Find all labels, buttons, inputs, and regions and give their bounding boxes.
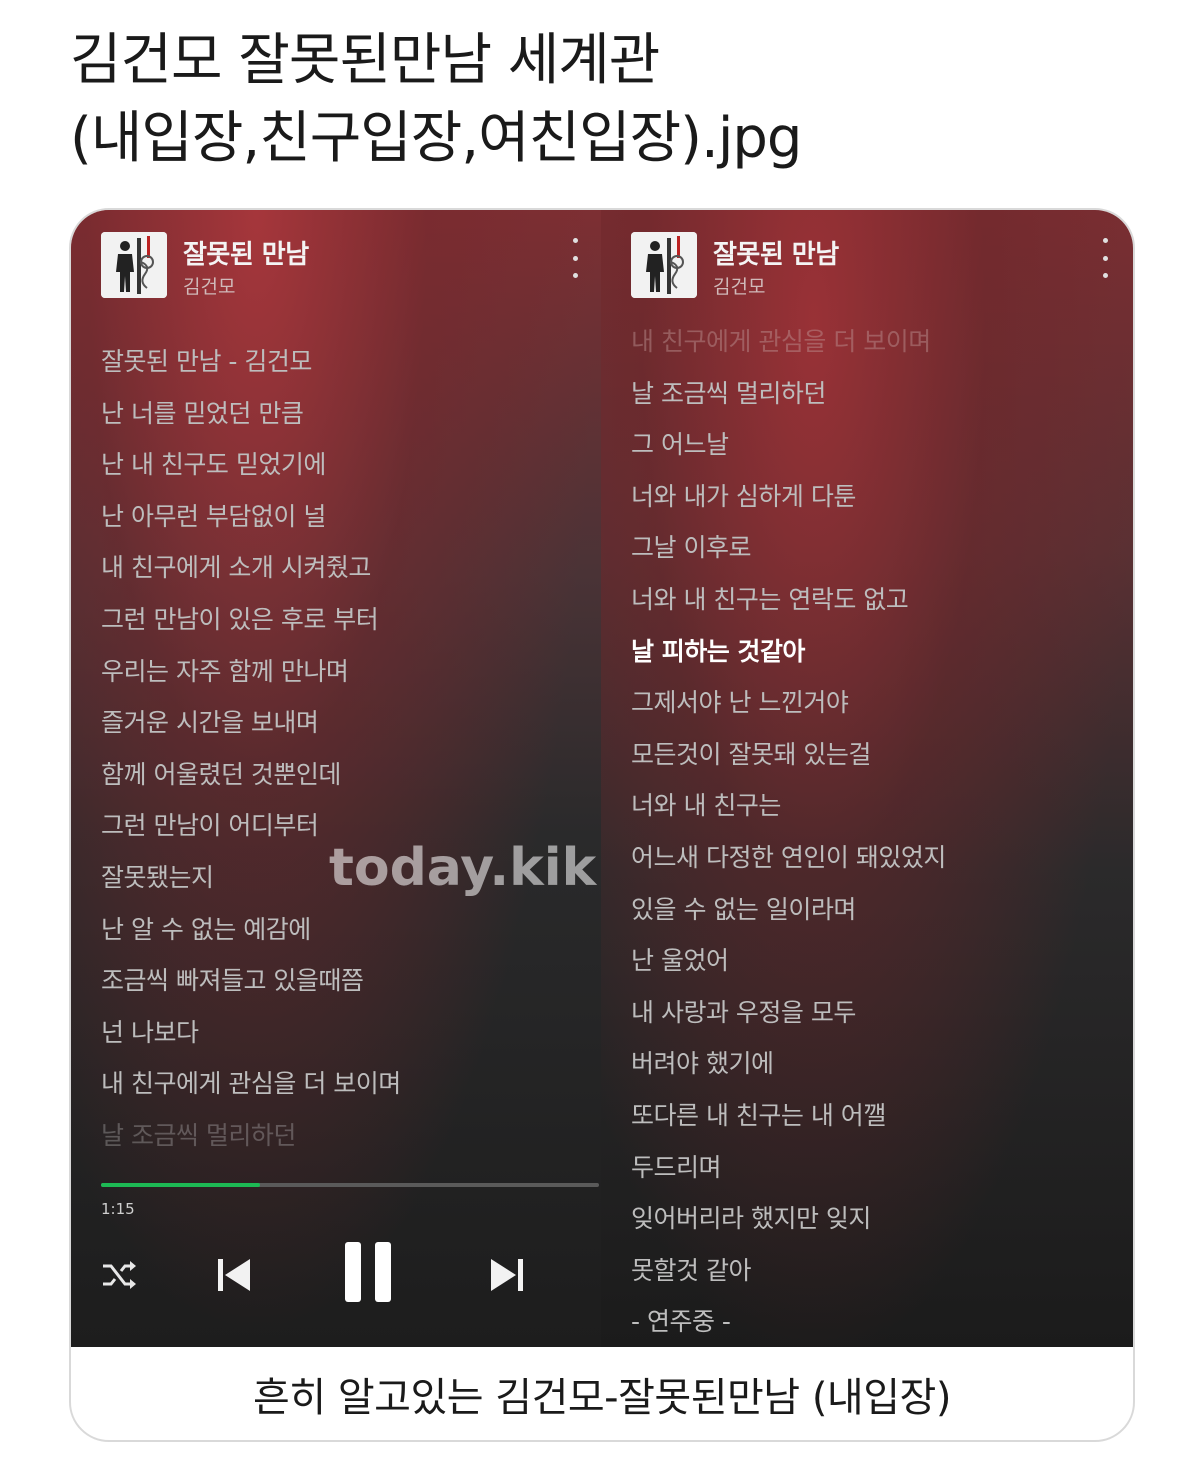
post-title-line-2: (내입장,친구입장,여친입장).jpg	[70, 106, 802, 171]
song-title: 잘못된 만남	[713, 240, 839, 270]
caption: 흔히 알고있는 김건모-잘못된만남 (내입장)	[253, 1374, 951, 1421]
progress-fill	[101, 1183, 261, 1187]
post-title-line-1: 김건모 잘못된만남 세계관	[70, 28, 660, 93]
lyric-line[interactable]: 난 아무런 부담없이 널	[101, 491, 401, 543]
now-playing-header: 잘못된 만남 김건모	[631, 232, 1111, 302]
album-art[interactable]	[101, 232, 167, 298]
lyric-line[interactable]: 내 친구에게 관심을 더 보이며	[101, 1058, 401, 1110]
pause-button[interactable]	[343, 1240, 395, 1304]
album-art[interactable]	[631, 232, 697, 298]
lyric-line[interactable]: 어느새 다정한 연인이 돼있었지	[631, 832, 946, 884]
lyric-line-active[interactable]: 날 피하는 것같아	[631, 626, 946, 678]
lyric-line[interactable]: 못할것 같아	[631, 1245, 946, 1297]
lyric-line[interactable]: 난 너를 믿었던 만큼	[101, 388, 401, 440]
lyric-line[interactable]: 있을 수 없는 일이라며	[631, 884, 946, 936]
lyric-line[interactable]: 난 울었어	[631, 935, 946, 987]
lyric-line[interactable]: 그날 이후로	[631, 522, 946, 574]
lyric-line[interactable]: 모든것이 잘못돼 있는걸	[631, 729, 946, 781]
next-button[interactable]	[489, 1256, 525, 1294]
progress-bar[interactable]	[101, 1183, 599, 1187]
lyric-line[interactable]: 함께 어울렸던 것뿐인데	[101, 749, 401, 801]
lyric-line[interactable]: 넌 나보다	[101, 1007, 401, 1059]
previous-button[interactable]	[216, 1256, 252, 1294]
elapsed-time: 1:15	[101, 1200, 135, 1218]
screenshot-card: 잘못된 만남 김건모 잘못된 만남 - 김건모 난 너를 믿었던 만큼 난 내 …	[69, 208, 1135, 1442]
lyric-line[interactable]: 날 조금씩 멀리하던	[631, 368, 946, 420]
lyric-line[interactable]: 너와 내 친구는	[631, 780, 946, 832]
more-vertical-icon	[1102, 238, 1108, 243]
shuffle-button[interactable]	[101, 1258, 139, 1292]
pause-icon	[345, 1242, 391, 1302]
lyrics-panel-right: 잘못된 만남 김건모 내 친구에게 관심을 더 보이며 날 조금씩 멀리하던 그…	[601, 210, 1133, 1347]
watermark: today.kik	[329, 838, 597, 898]
more-options-button[interactable]	[565, 238, 585, 278]
lyric-line[interactable]: 그런 만남이 있은 후로 부터	[101, 594, 401, 646]
lyric-line[interactable]: 잊어버리라 했지만 잊지	[631, 1193, 946, 1245]
song-title: 잘못된 만남	[183, 240, 309, 270]
lyric-line[interactable]: 날 조금씩 멀리하던	[101, 1110, 401, 1162]
lyric-line[interactable]: 두드리며	[631, 1142, 946, 1194]
song-artist[interactable]: 김건모	[183, 272, 235, 299]
lyric-line[interactable]: 그 어느날	[631, 419, 946, 471]
lyrics-list: 내 친구에게 관심을 더 보이며 날 조금씩 멀리하던 그 어느날 너와 내가 …	[631, 316, 946, 1347]
more-vertical-icon	[572, 238, 578, 243]
post-title: 김건모 잘못된만남 세계관 (내입장,친구입장,여친입장).jpg	[70, 22, 1130, 178]
more-options-button[interactable]	[1095, 238, 1115, 278]
song-artist[interactable]: 김건모	[713, 272, 765, 299]
skip-next-icon	[491, 1259, 523, 1291]
skip-previous-icon	[218, 1259, 250, 1291]
lyric-line[interactable]: 조금씩 빠져들고 있을때쯤	[101, 955, 401, 1007]
playback-controls	[71, 1230, 601, 1320]
now-playing-header: 잘못된 만남 김건모	[101, 232, 581, 302]
lyric-line[interactable]: 내 사랑과 우정을 모두	[631, 987, 946, 1039]
lyric-line[interactable]: 그제서야 난 느낀거야	[631, 677, 946, 729]
lyrics-list: 잘못된 만남 - 김건모 난 너를 믿었던 만큼 난 내 친구도 믿었기에 난 …	[101, 336, 401, 1162]
lyric-line[interactable]: 내 친구에게 관심을 더 보이며	[631, 316, 946, 368]
lyric-line[interactable]: 너와 내가 심하게 다툰	[631, 471, 946, 523]
shuffle-icon	[103, 1261, 136, 1289]
lyric-line[interactable]: - 연주중 -	[631, 1296, 946, 1347]
lyric-line[interactable]: 난 내 친구도 믿었기에	[101, 439, 401, 491]
lyric-line[interactable]: 잘못된 만남 - 김건모	[101, 336, 401, 388]
lyric-line[interactable]: 즐거운 시간을 보내며	[101, 697, 401, 749]
lyric-line[interactable]: 또다른 내 친구는 내 어깰	[631, 1090, 946, 1142]
lyric-line[interactable]: 버려야 했기에	[631, 1038, 946, 1090]
lyric-line[interactable]: 우리는 자주 함께 만나며	[101, 646, 401, 698]
lyrics-panel-left: 잘못된 만남 김건모 잘못된 만남 - 김건모 난 너를 믿었던 만큼 난 내 …	[71, 210, 601, 1347]
lyric-line[interactable]: 난 알 수 없는 예감에	[101, 904, 401, 956]
lyric-line[interactable]: 내 친구에게 소개 시켜줬고	[101, 542, 401, 594]
lyric-line[interactable]: 너와 내 친구는 연락도 없고	[631, 574, 946, 626]
